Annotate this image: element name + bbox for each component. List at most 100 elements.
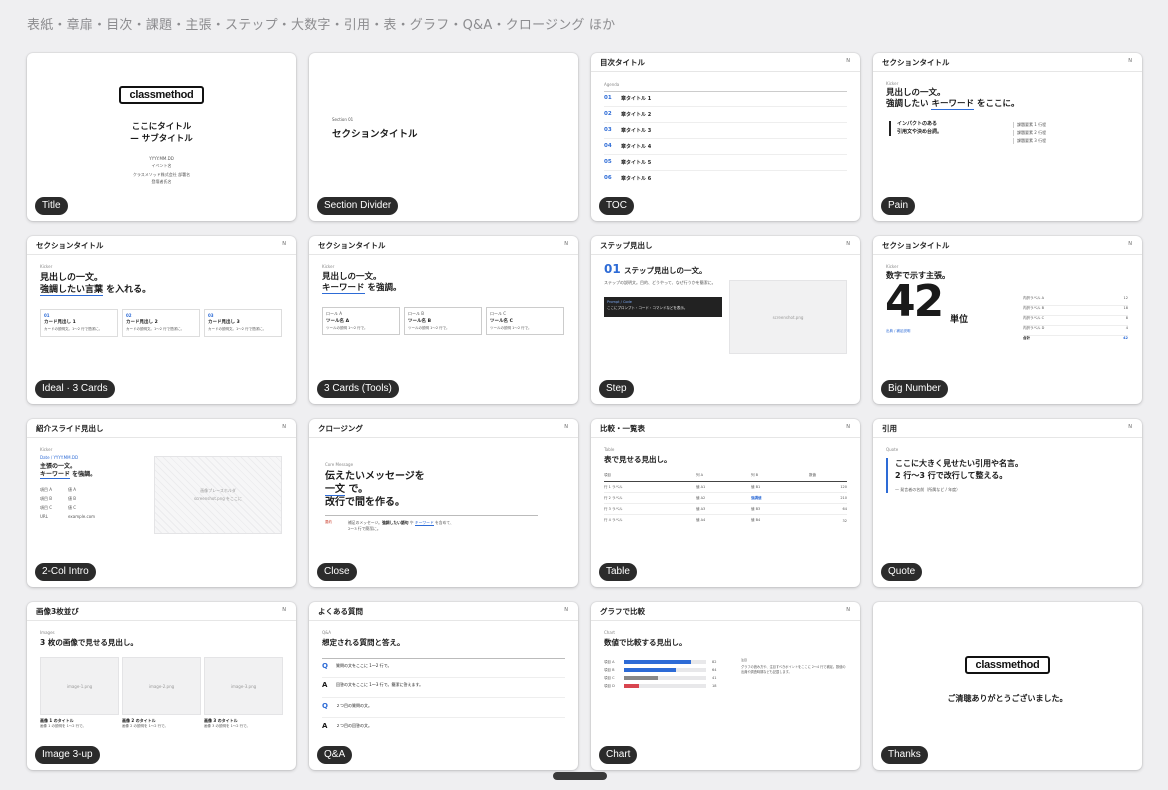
toc-divider bbox=[604, 122, 847, 123]
feature-card: 02 カード見出し 2 カードの説明文。1〜2 行で簡潔に。 bbox=[122, 309, 200, 337]
toc-divider bbox=[604, 170, 847, 171]
table-cell: 値 B4 bbox=[751, 518, 761, 522]
slide-card-section-divider[interactable]: Section 01 セクションタイトル Section Divider bbox=[309, 53, 578, 221]
qa-text: 回答の文をここに 1〜3 行で。簡潔に答えます。 bbox=[336, 682, 424, 687]
code-block: Prompt / Code ここにプロンプト・コード・コマンドなどを表示。 bbox=[604, 297, 722, 317]
headline-line: 一文 で。 bbox=[325, 483, 425, 496]
slide-logo-mark: N bbox=[1128, 424, 1132, 430]
quote-line: ここに大きく見せたい引用や名言。 bbox=[895, 459, 1023, 468]
slide-logo-mark: N bbox=[846, 58, 850, 64]
slide-kicker: Kicker bbox=[886, 264, 899, 269]
slide-heading: 引用 bbox=[873, 419, 1142, 438]
step-title: ステップ見出しの一文。 bbox=[624, 266, 707, 275]
table-cell: 値 B1 bbox=[751, 484, 761, 489]
bar-label: 項目 C bbox=[604, 675, 615, 680]
tool-card-desc: ツールの説明 1〜2 行で。 bbox=[408, 326, 450, 330]
image-caption-desc: 画像 1 の説明を 1〜2 行で。 bbox=[40, 724, 86, 728]
slide-card-qa[interactable]: よくある質問 N Q&A 想定される質問と答え。 Q 質問の文をここに 1〜2 … bbox=[309, 602, 578, 770]
slide-badge: Close bbox=[317, 563, 357, 581]
slide-heading: セクションタイトル bbox=[27, 236, 296, 255]
close-note: 補足のメッセージ。強調したい語句 や キーワード を含めて、 2〜3 行で簡潔に… bbox=[348, 520, 454, 532]
chart-title: 数値で比較する見出し。 bbox=[604, 638, 687, 647]
slide-card-close[interactable]: クロージング N Core Message 伝えたいメッセージを 一文 で。 改… bbox=[309, 419, 578, 587]
toc-agenda-label: Agenda bbox=[604, 82, 620, 87]
intro-row-key: URL bbox=[40, 514, 48, 519]
tool-card-title: ツール名 C bbox=[490, 319, 513, 324]
slide-card-3-cards-tools[interactable]: セクションタイトル N Kicker 見出しの一文。 キーワード を強調。 ロー… bbox=[309, 236, 578, 404]
images-title: 3 枚の画像で見せる見出し。 bbox=[40, 638, 138, 647]
image-caption-desc: 画像 2 の説明を 1〜2 行で。 bbox=[122, 724, 168, 728]
slide-card-image-3-up[interactable]: 画像3枚並び N Images 3 枚の画像で見せる見出し。 image-1.p… bbox=[27, 602, 296, 770]
table-cell: 行 1 ラベル bbox=[604, 484, 623, 489]
feature-card-number: 01 bbox=[44, 313, 50, 318]
slide-logo-mark: N bbox=[1128, 58, 1132, 64]
slide-logo-mark: N bbox=[846, 424, 850, 430]
headline-line: キーワード を強調。 bbox=[40, 471, 96, 480]
slide-card-quote[interactable]: 引用 N Quote ここに大きく見せたい引用や名言。 2 行〜3 行で改行して… bbox=[873, 419, 1142, 587]
slide-card-title[interactable]: classmethod ここにタイトル — サブタイトル YYYY.MM.DD … bbox=[27, 53, 296, 221]
slide-badge: 2-Col Intro bbox=[35, 563, 96, 581]
bar-value: 18 bbox=[712, 684, 717, 688]
step-description: ステップの説明文。目的、どうやって、なぜ行うかを簡潔に。 bbox=[604, 280, 716, 285]
answer-mark: A bbox=[322, 722, 328, 730]
slide-card-big-number[interactable]: セクションタイトル N Kicker 数字で示す主張。 42 単位 出典 / 補… bbox=[873, 236, 1142, 404]
slide-logo-mark: N bbox=[846, 607, 850, 613]
intro-row-value: 値 C bbox=[68, 505, 77, 510]
toc-divider bbox=[604, 138, 847, 139]
slide-card-table[interactable]: 比較・一覧表 N Table 表で見せる見出し。 項目 列 A 列 B 数値 行… bbox=[591, 419, 860, 587]
slide-logo-mark: N bbox=[1128, 241, 1132, 247]
tool-card: ロール B ツール名 B ツールの説明 1〜2 行で。 bbox=[404, 307, 482, 335]
breakdown-value: 42 bbox=[1123, 336, 1128, 340]
step-number: 01 bbox=[604, 262, 621, 276]
slide-heading: セクションタイトル bbox=[309, 236, 578, 255]
bar-label: 項目 B bbox=[604, 667, 615, 672]
headline-keyword: キーワード bbox=[40, 471, 71, 480]
table-row: 行 4 ラベル 値 A4 値 B4 32 bbox=[604, 515, 847, 526]
code-block-content: ここにプロンプト・コード・コマンドなどを表示。 bbox=[607, 306, 688, 310]
qa-text: ２つ目の回答の文。 bbox=[336, 723, 372, 728]
slide-kicker: Images bbox=[40, 630, 55, 635]
ideal-headline: 見出しの一文。 強調したい言葉 を入れる。 bbox=[40, 272, 151, 297]
bar bbox=[624, 668, 677, 672]
table-row: 行 1 ラベル 値 A1 値 B1 120 bbox=[604, 482, 847, 493]
slide-card-chart[interactable]: グラフで比較 N Chart 数値で比較する見出し。 項目 A 82 項目 B 64 項… bbox=[591, 602, 860, 770]
slide-card-2-col-intro[interactable]: 紹介スライド見出し N Kicker Date / YYYY.MM.DD 主張の… bbox=[27, 419, 296, 587]
slide-card-pain[interactable]: セクションタイトル N Kicker 見出しの一文。 強調したい キーワード を… bbox=[873, 53, 1142, 221]
quote-block: ここに大きく見せたい引用や名言。 2 行〜3 行で改行して整える。 — 発言者の… bbox=[886, 458, 1023, 493]
headline-keyword: キーワード bbox=[322, 283, 365, 295]
slide-card-ideal-3-cards[interactable]: セクションタイトル N Kicker 見出しの一文。 強調したい言葉 を入れる。… bbox=[27, 236, 296, 404]
slide-heading: グラフで比較 bbox=[591, 602, 860, 621]
breakdown-row: 内訳ラベル A 12 bbox=[1023, 296, 1128, 306]
toc-item: 章タイトル 4 bbox=[621, 144, 652, 150]
toc-item: 章タイトル 6 bbox=[621, 176, 652, 182]
slide-logo-mark: N bbox=[564, 424, 568, 430]
slide-logo-mark: N bbox=[564, 241, 568, 247]
section-number: Section 01 bbox=[332, 117, 354, 122]
qa-divider bbox=[322, 697, 565, 698]
chart-note-label: 注目 bbox=[741, 658, 748, 662]
slide-card-step[interactable]: ステップ見出し N 01 ステップ見出しの一文。 ステップの説明文。目的、どうや… bbox=[591, 236, 860, 404]
qa-item: Q ２つ目の質問の文。 bbox=[322, 702, 372, 710]
headline-line: 改行で間を作る。 bbox=[325, 497, 405, 508]
pain-headline: 見出しの一文。 強調したい キーワード をここに。 bbox=[886, 88, 1019, 111]
table-cell: 行 3 ラベル bbox=[604, 506, 623, 511]
slide-card-toc[interactable]: 目次タイトル N Agenda 01 章タイトル 1 02 章タイトル 2 03… bbox=[591, 53, 860, 221]
headline-line: 強調したい言葉 を入れる。 bbox=[40, 284, 151, 297]
toc-item: 章タイトル 5 bbox=[621, 160, 652, 166]
intro-row: 項目 C 値 C bbox=[40, 505, 76, 511]
slide-heading: セクションタイトル bbox=[873, 236, 1142, 255]
scroll-indicator[interactable] bbox=[553, 772, 607, 780]
breakdown-value: 4 bbox=[1125, 326, 1128, 330]
screenshot-placeholder: screenshot.png bbox=[729, 280, 847, 354]
slide-badge: Quote bbox=[881, 563, 923, 581]
chart-side-note: グラフの読み方や、注目すべきポイントをここに 2〜4 行で補足。数値の出典や調査… bbox=[741, 665, 846, 674]
image-placeholder: image-2.png bbox=[122, 657, 201, 715]
section-title: セクションタイトル bbox=[332, 129, 418, 140]
breakdown-label: 内訳ラベル D bbox=[1023, 326, 1045, 330]
breakdown-total-row: 合計 42 bbox=[1023, 336, 1128, 346]
feature-card: 03 カード見出し 3 カードの説明文。1〜2 行で簡潔に。 bbox=[204, 309, 282, 337]
big-number-unit: 単位 bbox=[950, 315, 969, 325]
slide-logo-mark: N bbox=[282, 607, 286, 613]
slide-logo-mark: N bbox=[282, 424, 286, 430]
slide-card-thanks[interactable]: classmethod ご清聴ありがとうございました。 Thanks bbox=[873, 602, 1142, 770]
